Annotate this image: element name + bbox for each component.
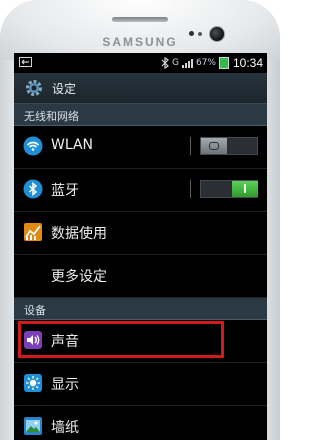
status-icons: G 67% 10:34 <box>161 55 263 71</box>
light-sensor <box>198 32 202 36</box>
proximity-sensor <box>189 31 194 36</box>
wlan-toggle[interactable] <box>190 137 259 155</box>
settings-item-label: WLAN <box>51 137 94 153</box>
data-usage-icon <box>24 223 42 241</box>
sound-icon <box>24 331 42 349</box>
settings-item-label: 数据使用 <box>51 226 107 242</box>
brand-logo: SAMSUNG <box>102 35 178 49</box>
settings-item-sound[interactable]: 声音 <box>14 319 267 363</box>
bluetooth-toggle[interactable] <box>190 180 259 198</box>
network-type: G <box>171 58 179 68</box>
toggle-knob-off <box>201 138 227 154</box>
battery-icon <box>218 57 229 69</box>
status-clock: 10:34 <box>232 56 263 70</box>
bluetooth-status-icon <box>161 57 169 69</box>
settings-item-wallpaper[interactable]: 墙纸 <box>14 405 267 440</box>
phone-frame: SAMSUNG G 67% 10:34 设定 无线和网络 WLAN 蓝牙 数据使… <box>0 0 280 440</box>
screen: G 67% 10:34 设定 无线和网络 WLAN 蓝牙 数据使用 更多设定 设… <box>14 53 267 440</box>
settings-item-label: 墙纸 <box>51 420 79 436</box>
settings-item-wlan[interactable]: WLAN <box>14 125 267 169</box>
status-bar: G 67% 10:34 <box>14 53 267 73</box>
settings-item-label: 声音 <box>51 334 79 350</box>
settings-item-bluetooth[interactable]: 蓝牙 <box>14 168 267 212</box>
action-bar: 设定 <box>14 73 267 104</box>
settings-item-label: 更多设定 <box>51 269 107 285</box>
front-camera <box>209 26 225 42</box>
usb-debug-icon <box>19 57 32 67</box>
earpiece-speaker <box>112 17 168 22</box>
settings-item-label: 显示 <box>51 377 79 393</box>
settings-item-data-usage[interactable]: 数据使用 <box>14 211 267 255</box>
battery-percent: 67% <box>195 58 216 68</box>
wallpaper-icon <box>24 417 42 435</box>
signal-strength-icon <box>181 58 193 68</box>
page-title: 设定 <box>52 82 77 96</box>
settings-item-more[interactable]: 更多设定 <box>14 254 267 298</box>
toggle-knob-on <box>232 181 258 197</box>
bluetooth-icon <box>23 179 43 199</box>
display-icon <box>24 374 42 392</box>
section-header-wireless: 无线和网络 <box>14 104 267 126</box>
settings-item-display[interactable]: 显示 <box>14 362 267 406</box>
settings-item-label: 蓝牙 <box>51 183 79 199</box>
section-header-device: 设备 <box>14 298 267 320</box>
settings-gear-icon[interactable] <box>24 78 44 98</box>
wifi-icon <box>23 136 43 156</box>
